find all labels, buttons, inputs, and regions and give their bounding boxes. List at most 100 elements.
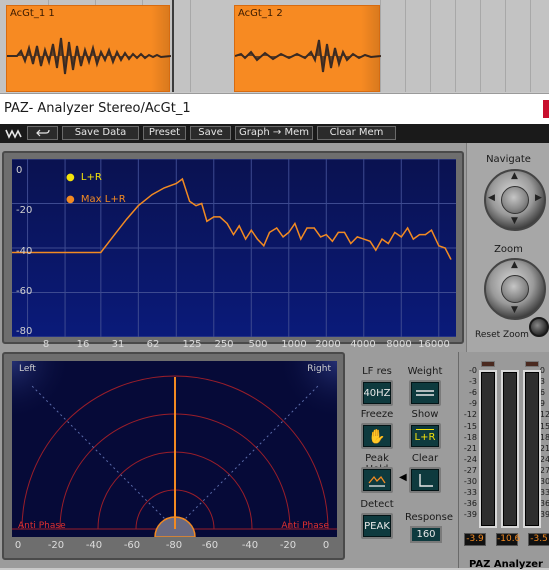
stereo-x-tick-label: -20 bbox=[47, 540, 65, 551]
meter-scale-label: -12 bbox=[463, 410, 477, 420]
arrow-down-icon[interactable]: ▼ bbox=[511, 216, 518, 226]
clip-name: AcGt_1 2 bbox=[238, 8, 283, 19]
data-point bbox=[306, 227, 308, 229]
stereo-display[interactable]: Left Right Anti Phase Anti Phase bbox=[12, 361, 337, 537]
anti-phase-left-label: Anti Phase bbox=[18, 521, 66, 531]
data-point bbox=[412, 238, 414, 240]
zoom-center[interactable] bbox=[501, 275, 529, 303]
data-point bbox=[394, 231, 396, 234]
zoom-in-icon[interactable]: ▲ bbox=[511, 260, 518, 270]
meter-readout-mono: -10.6 bbox=[496, 533, 521, 546]
stereo-x-tick-label: -60 bbox=[123, 540, 141, 551]
meter-readout-right: -3.5 bbox=[528, 533, 549, 546]
timeline-gridline bbox=[530, 0, 531, 92]
save-data-button[interactable]: Save Data bbox=[62, 126, 139, 140]
stereo-x-tick-label: -20 bbox=[279, 540, 297, 551]
timeline-gridline bbox=[455, 0, 456, 92]
response-value: 160 bbox=[416, 529, 436, 540]
audio-clip[interactable]: AcGt_1 1 bbox=[6, 5, 171, 92]
data-point bbox=[424, 234, 427, 236]
data-point bbox=[313, 227, 315, 229]
data-point bbox=[114, 234, 116, 236]
meter-bar-right bbox=[523, 370, 541, 528]
data-point bbox=[268, 231, 271, 234]
data-point bbox=[232, 234, 235, 236]
data-point bbox=[300, 238, 302, 240]
audio-clip[interactable]: AcGt_1 2 bbox=[234, 5, 381, 92]
meter-scale-label: -3 bbox=[469, 377, 477, 387]
timeline-gridline bbox=[505, 0, 506, 92]
waves-toolbar: Save Data Preset Save Graph → Mem Clear … bbox=[0, 124, 549, 143]
data-point bbox=[450, 258, 452, 260]
y-tick-label: -80 bbox=[16, 326, 33, 337]
analyzer-controls: LF res 40HZ Weight Freeze ✋ Show L+R Pea… bbox=[353, 352, 455, 560]
peak-hold-button[interactable] bbox=[361, 467, 393, 493]
zoom-out-icon[interactable]: ▼ bbox=[511, 305, 518, 315]
zoom-pad[interactable]: ▲ ▼ bbox=[484, 258, 546, 320]
data-point bbox=[206, 220, 208, 222]
data-point bbox=[350, 242, 352, 245]
clip-fade-handle[interactable] bbox=[361, 6, 379, 91]
lf-res-button[interactable]: 40HZ bbox=[361, 380, 393, 406]
graph-to-mem-button[interactable]: Graph → Mem bbox=[235, 126, 313, 140]
close-icon[interactable] bbox=[543, 100, 549, 118]
y-tick-label: 0 bbox=[16, 165, 23, 176]
level-meters: -0-0-3-3-6-6-9-9-12-12-15-15-18-18-21-21… bbox=[458, 352, 549, 568]
peak-hold-icon bbox=[368, 475, 386, 487]
x-tick-label: 62 bbox=[146, 339, 160, 350]
meter-clip-indicator[interactable] bbox=[525, 361, 539, 367]
clip-fade-handle[interactable] bbox=[151, 6, 169, 91]
data-point bbox=[369, 240, 371, 242]
data-point bbox=[137, 205, 139, 207]
spectrum-frame: ● L+R ● Max L+R 0 -20 -40 -60 -80 8 16 31 6… bbox=[2, 151, 464, 350]
navigate-center[interactable] bbox=[501, 186, 529, 214]
arrow-left-icon[interactable]: ◀ bbox=[488, 193, 495, 203]
show-button[interactable]: L+R bbox=[409, 423, 441, 449]
data-point bbox=[175, 182, 177, 185]
data-point bbox=[201, 202, 203, 205]
stereo-x-tick-label: -60 bbox=[201, 540, 219, 551]
plugin-window-titlebar[interactable]: PAZ- Analyzer Stereo/AcGt_1 bbox=[0, 93, 549, 124]
data-point bbox=[375, 249, 377, 251]
arrow-right-icon[interactable]: ▶ bbox=[535, 193, 542, 203]
reset-zoom-button[interactable] bbox=[529, 317, 549, 337]
data-point bbox=[319, 236, 322, 238]
data-point bbox=[100, 251, 102, 254]
response-field[interactable]: 160 bbox=[410, 526, 442, 543]
data-point bbox=[387, 242, 389, 245]
weight-button[interactable] bbox=[409, 380, 441, 406]
undo-button[interactable] bbox=[27, 126, 58, 140]
meter-clip-indicator[interactable] bbox=[481, 361, 495, 367]
clear-button[interactable] bbox=[409, 467, 441, 493]
meter-scale-label: -21 bbox=[463, 443, 477, 453]
detect-button[interactable]: PEAK bbox=[361, 513, 393, 539]
navigate-pad[interactable]: ▲ ▼ ◀ ▶ bbox=[484, 169, 546, 231]
stereo-frame: Left Right Anti Phase Anti Phase 0 -20 -40… bbox=[2, 352, 345, 560]
stereo-x-tick-label: 0 bbox=[322, 540, 330, 551]
data-point bbox=[325, 234, 327, 236]
window-title: PAZ- Analyzer Stereo/AcGt_1 bbox=[4, 101, 191, 116]
stereo-x-tick-label: -40 bbox=[85, 540, 103, 551]
y-tick-label: -20 bbox=[16, 205, 33, 216]
preset-button[interactable]: Preset bbox=[143, 126, 186, 140]
x-tick-label: 16 bbox=[76, 339, 90, 350]
meter-scale-label: -24 bbox=[463, 454, 477, 464]
clear-mem-button[interactable]: Clear Mem bbox=[317, 126, 396, 140]
spectrum-display[interactable]: ● L+R ● Max L+R bbox=[12, 159, 456, 337]
data-point bbox=[151, 194, 153, 196]
freeze-button[interactable]: ✋ bbox=[361, 423, 393, 449]
data-point bbox=[288, 231, 290, 234]
y-tick-label: -60 bbox=[16, 286, 33, 297]
meter-scale-label: -27 bbox=[463, 465, 477, 475]
lf-res-value: 40HZ bbox=[363, 388, 391, 399]
data-point bbox=[430, 229, 433, 231]
playhead[interactable] bbox=[172, 0, 174, 92]
arrow-left-icon: ◀ bbox=[399, 472, 407, 483]
data-point bbox=[444, 247, 446, 249]
arrow-up-icon[interactable]: ▲ bbox=[511, 171, 518, 181]
data-point bbox=[195, 205, 197, 207]
data-point bbox=[337, 231, 339, 234]
save-button[interactable]: Save bbox=[190, 126, 231, 140]
data-point bbox=[294, 222, 296, 225]
legend-label: Max L+R bbox=[80, 194, 126, 205]
